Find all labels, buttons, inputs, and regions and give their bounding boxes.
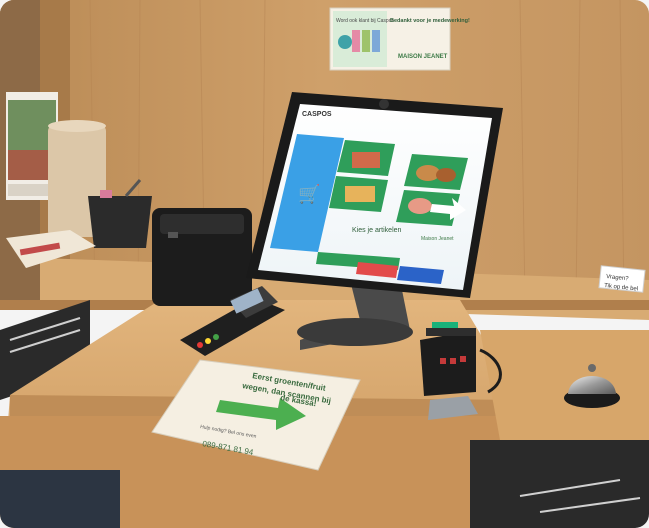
kiosk-prompt: Kies je artikelen <box>352 227 402 234</box>
pen-cup <box>88 196 152 248</box>
poster-logo: MAISON JEANET <box>398 54 448 60</box>
receipt-printer <box>152 208 252 306</box>
poster-headline: Bedankt voor je medewerking! <box>390 18 470 24</box>
kiosk-right-logo: Maison Jeanet <box>421 236 454 242</box>
wall-poster: Word ook klant bij Caspos Bedankt voor j… <box>329 7 470 71</box>
photo-scene: Word ook klant bij Caspos Bedankt voor j… <box>0 0 649 528</box>
scene-svg: Word ook klant bij Caspos Bedankt voor j… <box>0 0 649 528</box>
bell-note: Vragen? Tik op de bel <box>598 265 646 293</box>
kiosk-monitor: 🛒 Kies je artikelen CASPOS Maison Jeanet <box>246 92 503 298</box>
cart-icon: 🛒 <box>298 183 320 204</box>
right-shelf <box>480 330 649 440</box>
kiosk-brand: CASPOS <box>302 111 332 118</box>
poster-left-text: Word ook klant bij Caspos <box>336 18 394 24</box>
